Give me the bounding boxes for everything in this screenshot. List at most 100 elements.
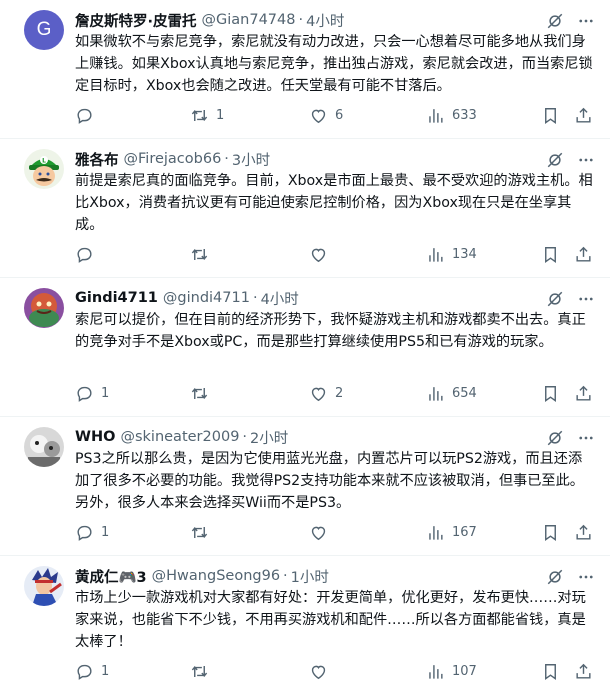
share-button[interactable] (574, 660, 593, 682)
views-button[interactable]: 633 (426, 104, 477, 126)
user-handle[interactable]: @Firejacob66 (124, 151, 222, 167)
avatar[interactable]: L (24, 149, 64, 189)
like-button[interactable]: 6 (309, 104, 343, 126)
reply-tweet[interactable]: WHO @skineater2009 · 2小时 PS3之所以那么贵，是因为它使… (0, 417, 610, 556)
reply-icon (77, 664, 92, 680)
reply-icon (77, 386, 92, 402)
retweet-button[interactable] (190, 382, 216, 404)
timestamp[interactable]: 2小时 (250, 427, 288, 448)
action-bar: 1 107 (75, 660, 595, 682)
more-options-icon[interactable] (576, 290, 596, 308)
display-name[interactable]: 雅各布 (75, 149, 119, 170)
retweet-button[interactable] (190, 660, 216, 682)
grok-icon[interactable] (546, 12, 564, 30)
display-name[interactable]: 黄成仁🎮3 (75, 566, 147, 587)
user-handle[interactable]: @Gian74748 (202, 12, 296, 28)
avatar[interactable] (24, 566, 64, 606)
timestamp[interactable]: 4小时 (261, 288, 299, 309)
views-count: 633 (452, 107, 477, 123)
action-bar: 1 2 654 (75, 382, 595, 404)
separator-dot: · (224, 151, 229, 167)
retweet-button[interactable] (190, 243, 216, 265)
bookmark-button[interactable] (541, 521, 560, 543)
user-handle[interactable]: @HwangSeong96 (152, 568, 280, 584)
avatar[interactable] (24, 427, 64, 467)
retweet-icon (191, 109, 208, 121)
retweet-icon (191, 248, 208, 260)
retweet-button[interactable] (190, 521, 216, 543)
like-button[interactable]: 2 (309, 382, 343, 404)
separator-dot: · (298, 12, 304, 28)
timestamp[interactable]: 3小时 (232, 149, 270, 170)
retweet-icon (191, 526, 208, 538)
user-handle[interactable]: @skineater2009 (120, 429, 239, 445)
views-button[interactable]: 107 (426, 660, 477, 682)
share-button[interactable] (574, 243, 593, 265)
grok-icon[interactable] (546, 290, 564, 308)
views-button[interactable]: 167 (426, 521, 477, 543)
separator-dot: · (252, 290, 258, 306)
reply-button[interactable]: 1 (75, 660, 109, 682)
tweet-text: 索尼可以提价，但在目前的经济形势下，我怀疑游戏主机和游戏都卖不出去。真正的竞争对… (75, 312, 586, 350)
bookmark-button[interactable] (541, 382, 560, 404)
reply-button[interactable] (75, 243, 94, 265)
display-name[interactable]: 詹皮斯特罗·皮雷托 (75, 10, 197, 31)
timestamp[interactable]: 1小时 (291, 566, 329, 587)
avatar[interactable] (24, 288, 64, 328)
share-button[interactable] (574, 104, 593, 126)
character-avatar-icon (24, 288, 64, 328)
more-options-icon[interactable] (576, 568, 596, 586)
more-options-icon[interactable] (576, 12, 596, 30)
views-button[interactable]: 654 (426, 382, 477, 404)
reply-tweet[interactable]: L 雅各布 @Firejacob66 · 3小时 前提是索尼真的面临竞争。目前，… (0, 139, 610, 278)
grok-icon[interactable] (546, 568, 564, 586)
share-icon (576, 524, 591, 540)
display-name[interactable]: WHO (75, 429, 115, 445)
reply-icon (77, 247, 92, 263)
grok-icon[interactable] (546, 429, 564, 447)
user-handle[interactable]: @gindi4711 (163, 290, 250, 306)
reply-button[interactable]: 1 (75, 382, 109, 404)
reply-count: 1 (101, 663, 110, 679)
tweet-text: PS3之所以那么贵，是因为它使用蓝光光盘，内置芯片可以玩PS2游戏，而且还添加了… (75, 451, 584, 511)
reply-count: 1 (101, 524, 110, 540)
bookmark-button[interactable] (541, 104, 560, 126)
display-name[interactable]: Gindi4711 (75, 290, 158, 306)
like-button[interactable] (309, 521, 335, 543)
share-icon (576, 246, 591, 262)
heart-icon (311, 665, 326, 679)
reply-button[interactable]: 1 (75, 521, 109, 543)
reply-feed: G 詹皮斯特罗·皮雷托 @Gian74748 · 4小时 如果微软不与索尼竞争，… (0, 0, 610, 693)
views-chart-icon (429, 525, 443, 540)
more-options-icon[interactable] (576, 151, 596, 169)
like-count: 2 (335, 385, 344, 401)
views-chart-icon (429, 664, 443, 679)
bookmark-button[interactable] (541, 660, 560, 682)
bookmark-icon (545, 524, 556, 541)
heart-icon (311, 109, 326, 123)
reply-tweet[interactable]: G 詹皮斯特罗·皮雷托 @Gian74748 · 4小时 如果微软不与索尼竞争，… (0, 0, 610, 139)
retweet-icon (191, 387, 208, 399)
share-button[interactable] (574, 521, 593, 543)
like-button[interactable] (309, 660, 335, 682)
avatar[interactable]: G (24, 10, 64, 50)
reply-button[interactable] (75, 104, 94, 126)
share-icon (576, 385, 591, 401)
reply-tweet[interactable]: Gindi4711 @gindi4711 · 4小时 索尼可以提价，但在目前的经… (0, 278, 610, 417)
bookmark-icon (545, 107, 556, 124)
reply-icon (77, 525, 92, 541)
heart-icon (311, 526, 326, 540)
share-button[interactable] (574, 382, 593, 404)
timestamp[interactable]: 4小时 (306, 10, 344, 31)
bookmark-button[interactable] (541, 243, 560, 265)
more-options-icon[interactable] (576, 429, 596, 447)
views-button[interactable]: 134 (426, 243, 477, 265)
reply-tweet[interactable]: 黄成仁🎮3 @HwangSeong96 · 1小时 市场上少一款游戏机对大家都有… (0, 556, 610, 693)
retweet-button[interactable]: 1 (190, 104, 224, 126)
bookmark-icon (545, 385, 556, 402)
grok-icon[interactable] (546, 151, 564, 169)
like-button[interactable] (309, 243, 335, 265)
heart-icon (311, 387, 326, 401)
share-icon (576, 663, 591, 679)
retweet-count: 1 (216, 107, 225, 123)
